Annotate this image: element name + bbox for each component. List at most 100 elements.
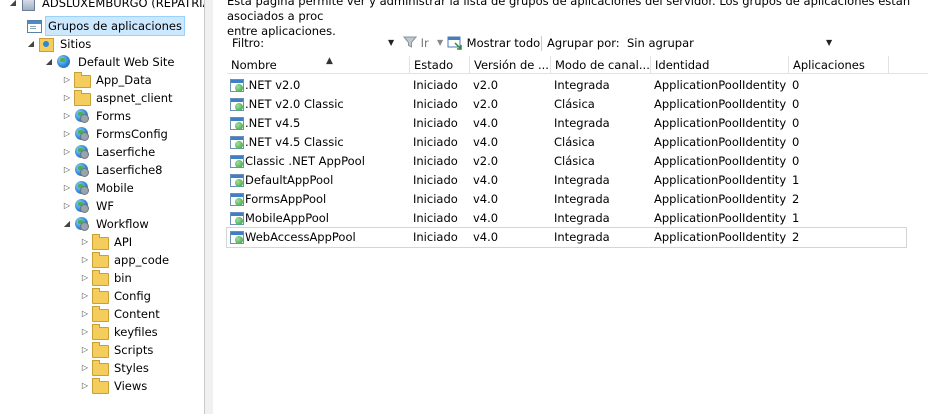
cell-version: v4.0 (470, 133, 551, 152)
column-header-identity[interactable]: Identidad (651, 56, 789, 74)
tree-node-app-pools[interactable]: Grupos de aplicaciones (26, 16, 185, 36)
column-header-pipeline-mode[interactable]: Modo de canal... (551, 56, 651, 74)
cell-name: DefaultAppPool (227, 171, 410, 190)
group-by-dropdown-icon[interactable]: ▼ (826, 33, 832, 53)
table-row[interactable]: .NET v2.0 Iniciado v2.0 Integrada Applicatio… (227, 76, 906, 95)
tree-node-config[interactable]: ▷ Config (80, 287, 153, 305)
cell-identity: ApplicationPoolIdentity (651, 133, 789, 152)
tree-node-bin[interactable]: ▷ bin (80, 269, 134, 287)
cell-version: v4.0 (470, 228, 551, 247)
folder-icon (74, 72, 91, 88)
cell-pipeline-mode: Integrada (551, 209, 651, 228)
expand-arrow-icon[interactable]: ▷ (80, 377, 90, 395)
tree-node-content[interactable]: ▷ Content (80, 305, 162, 323)
tree-node-app-data[interactable]: ▷ App_Data (62, 71, 154, 89)
filter-input[interactable] (271, 33, 397, 53)
expand-arrow-icon[interactable]: ▷ (62, 107, 72, 125)
cell-applications-text: 0 (792, 97, 800, 111)
collapse-arrow-icon[interactable]: ◢ (26, 35, 36, 53)
tree-node-api[interactable]: ▷ API (80, 233, 134, 251)
tree-node-wf[interactable]: ▷ WF (62, 197, 116, 215)
cell-pipeline-mode-text: Clásica (554, 97, 595, 111)
tree-node-workflow[interactable]: ◢ Workflow (62, 215, 151, 233)
expand-arrow-icon[interactable]: ▷ (62, 71, 72, 89)
pane-splitter[interactable] (204, 0, 213, 414)
show-all-button[interactable]: Mostrar todo (447, 33, 540, 53)
table-row[interactable]: Classic .NET AppPool Iniciado v2.0 Clásica A… (227, 152, 906, 171)
app-pool-icon (230, 173, 244, 187)
tree-node-default-web-site[interactable]: ◢ Default Web Site (44, 53, 176, 71)
expand-arrow-icon[interactable]: ▷ (62, 143, 72, 161)
cell-name: Classic .NET AppPool (227, 152, 410, 171)
column-header-name[interactable]: Nombre ▲ (227, 56, 410, 74)
cell-pipeline-mode: Clásica (551, 133, 651, 152)
app-pool-icon (26, 18, 42, 34)
show-all-label: Mostrar todo (466, 36, 541, 50)
sites-icon (38, 36, 54, 52)
expand-arrow-icon[interactable]: ▷ (80, 251, 90, 269)
expand-arrow-icon[interactable]: ▷ (80, 323, 90, 341)
column-header-applications[interactable]: Aplicaciones (789, 56, 889, 74)
column-header-version[interactable]: Versión de ... (470, 56, 551, 74)
expand-arrow-icon[interactable]: ▷ (80, 269, 90, 287)
tree-node-styles[interactable]: ▷ Styles (80, 359, 151, 377)
group-by-dropdown[interactable]: Sin agrupar (627, 33, 835, 53)
table-row[interactable]: MobileAppPool Iniciado v4.0 Integrada Applic… (227, 209, 906, 228)
go-dropdown-icon[interactable]: ▼ (437, 33, 443, 53)
tree-node-laserfiche[interactable]: ▷ Laserfiche (62, 143, 157, 161)
tree-node-aspnet-client[interactable]: ▷ aspnet_client (62, 89, 175, 107)
expand-arrow-icon[interactable]: ▷ (80, 341, 90, 359)
tree-node-laserfiche8[interactable]: ▷ Laserfiche8 (62, 161, 165, 179)
table-row[interactable]: DefaultAppPool Iniciado v4.0 Integrada Appli… (227, 171, 906, 190)
filter-dropdown-icon[interactable]: ▼ (388, 33, 394, 53)
expand-arrow-icon[interactable]: ▷ (62, 179, 72, 197)
cell-identity-text: ApplicationPoolIdentity (654, 78, 787, 92)
folder-icon (92, 378, 109, 394)
expand-arrow-icon[interactable]: ▷ (80, 233, 90, 251)
cell-applications: 0 (789, 152, 889, 171)
cell-version-text: v4.0 (473, 173, 499, 187)
tree-node-mobile[interactable]: ▷ Mobile (62, 179, 136, 197)
toolbar-separator (541, 36, 542, 51)
expand-arrow-icon[interactable]: ▷ (80, 287, 90, 305)
expand-arrow-icon[interactable]: ▷ (80, 359, 90, 377)
table-row[interactable]: .NET v4.5 Classic Iniciado v4.0 Clásica Appl… (227, 133, 906, 152)
tree-node-forms[interactable]: ▷ Forms (62, 107, 133, 125)
expand-arrow-icon[interactable]: ▷ (62, 197, 72, 215)
cell-name: FormsAppPool (227, 190, 410, 209)
tree-node-app-code[interactable]: ▷ app_code (80, 251, 171, 269)
table-row[interactable]: FormsAppPool Iniciado v4.0 Integrada Applica… (227, 190, 906, 209)
app-pool-icon (230, 154, 244, 168)
tree-node-sites[interactable]: ◢ Sitios (26, 35, 93, 53)
go-button[interactable]: Ir (402, 33, 429, 53)
table-row[interactable]: WebAccessAppPool Iniciado v4.0 Integrada App… (226, 227, 907, 248)
tree-node-server[interactable]: ◢ ADSLUXEMBURGO (REPATRIAV (8, 0, 204, 12)
collapse-arrow-icon[interactable]: ◢ (44, 53, 54, 71)
connections-tree[interactable]: ◢ ADSLUXEMBURGO (REPATRIAV Grupos de apl… (0, 0, 204, 414)
folder-icon (92, 288, 109, 304)
column-header-status[interactable]: Estado (410, 56, 470, 74)
cell-applications-text: 2 (792, 230, 800, 244)
expand-arrow-icon[interactable]: ▷ (62, 161, 72, 179)
cell-version-text: v4.0 (473, 116, 499, 130)
collapse-arrow-icon[interactable]: ◢ (62, 215, 72, 233)
tree-node-scripts[interactable]: ▷ Scripts (80, 341, 155, 359)
cell-pipeline-mode-text: Integrada (554, 173, 610, 187)
expand-arrow-icon[interactable]: ▷ (62, 125, 72, 143)
expand-arrow-icon[interactable]: ▷ (62, 89, 72, 107)
table-row[interactable]: .NET v4.5 Iniciado v4.0 Integrada Applicatio… (227, 114, 906, 133)
tree-node-formsconfig[interactable]: ▷ FormsConfig (62, 125, 170, 143)
cell-status: Iniciado (410, 95, 470, 114)
tree-node-keyfiles[interactable]: ▷ keyfiles (80, 323, 160, 341)
cell-status: Iniciado (410, 76, 470, 95)
table-row[interactable]: .NET v2.0 Classic Iniciado v2.0 Clásica Appl… (227, 95, 906, 114)
tree-node-views[interactable]: ▷ Views (80, 377, 149, 395)
collapse-arrow-icon[interactable]: ◢ (8, 0, 18, 12)
folder-icon (92, 360, 109, 376)
cell-name: .NET v2.0 (227, 76, 410, 95)
expand-arrow-icon[interactable]: ▷ (80, 305, 90, 323)
cell-version-text: v4.0 (473, 135, 499, 149)
cell-applications: 0 (789, 76, 889, 95)
cell-status-text: Iniciado (413, 173, 458, 187)
cell-status-text: Iniciado (413, 116, 458, 130)
